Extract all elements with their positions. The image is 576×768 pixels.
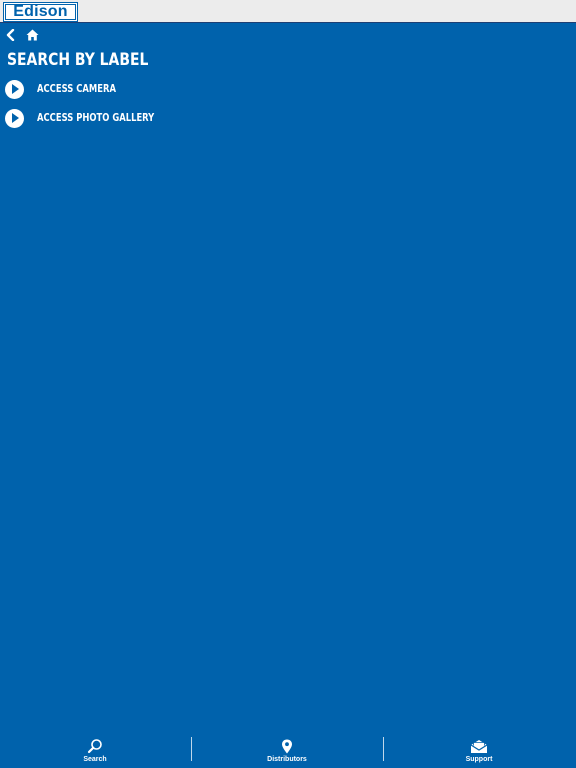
tab-distributors-label: Distributors bbox=[267, 756, 307, 763]
tab-support-label: Support bbox=[465, 756, 493, 763]
search-icon bbox=[86, 738, 104, 754]
tab-divider bbox=[191, 737, 192, 761]
play-circle-icon bbox=[5, 108, 24, 128]
home-icon bbox=[26, 29, 38, 41]
logo-text: Edison bbox=[5, 4, 76, 20]
back-button[interactable] bbox=[4, 28, 16, 42]
chevron-left-icon bbox=[6, 29, 14, 41]
access-photo-gallery-label: ACCESS PHOTO GALLERY bbox=[37, 112, 155, 124]
navigation-bar bbox=[0, 27, 576, 43]
tab-distributors[interactable]: Distributors bbox=[227, 732, 347, 768]
home-button[interactable] bbox=[25, 28, 39, 42]
app-header: Edison bbox=[0, 0, 576, 23]
tab-support[interactable]: Support bbox=[419, 732, 539, 768]
page-title: SEARCH BY LABEL bbox=[7, 50, 149, 70]
edison-logo[interactable]: Edison bbox=[3, 2, 78, 22]
tab-divider bbox=[383, 737, 384, 761]
play-circle-icon bbox=[5, 79, 24, 99]
tab-search-label: Search bbox=[83, 756, 107, 763]
access-camera-label: ACCESS CAMERA bbox=[37, 83, 116, 95]
map-pin-icon bbox=[278, 738, 296, 754]
access-photo-gallery-button[interactable]: ACCESS PHOTO GALLERY bbox=[5, 108, 184, 128]
tab-search[interactable]: Search bbox=[35, 732, 155, 768]
open-envelope-icon bbox=[470, 738, 488, 754]
access-camera-button[interactable]: ACCESS CAMERA bbox=[5, 79, 136, 99]
bottom-tab-bar: Search Distributors Support bbox=[0, 732, 576, 768]
